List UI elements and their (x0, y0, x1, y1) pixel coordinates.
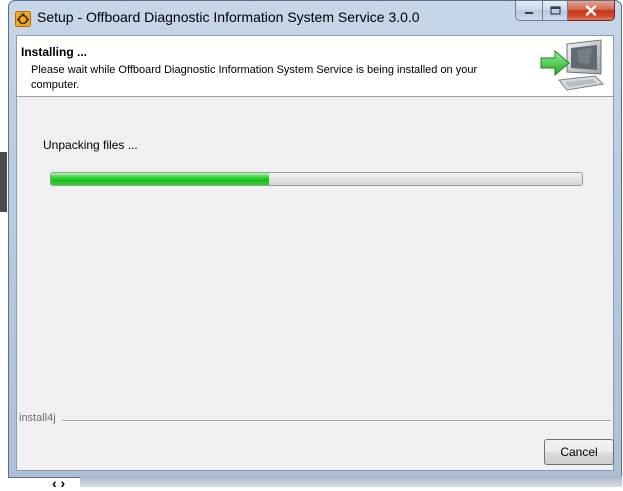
minimize-icon (525, 11, 533, 14)
minimize-button[interactable] (515, 1, 542, 21)
install-to-computer-icon (540, 39, 605, 91)
separator-line (19, 420, 611, 422)
page-description: Please wait while Offboard Diagnostic In… (31, 64, 478, 91)
corner-artifact: ‹ › (52, 475, 66, 491)
installer-content: Installing ... Please wait while Offboar… (16, 35, 614, 471)
progress-fill (51, 173, 269, 185)
title-bar[interactable]: Setup - Offboard Diagnostic Information … (9, 1, 621, 35)
app-engine-icon (15, 11, 31, 27)
maximize-button[interactable] (542, 1, 568, 21)
maximize-icon (549, 6, 561, 15)
installer-brand: install4j (19, 412, 62, 424)
window-title: Setup - Offboard Diagnostic Information … (37, 9, 420, 25)
branding-separator: install4j (17, 412, 613, 428)
window-edge-strip (80, 476, 622, 487)
wizard-header: Installing ... Please wait while Offboar… (17, 36, 613, 97)
background-strip (0, 152, 7, 212)
setup-window: Setup - Offboard Diagnostic Information … (8, 0, 622, 478)
cancel-button[interactable]: Cancel (544, 439, 614, 465)
status-text: Unpacking files ... (43, 138, 138, 152)
caption-buttons (515, 1, 615, 21)
background-edge (0, 0, 8, 487)
page-title: Installing ... (21, 45, 88, 59)
close-button[interactable] (568, 1, 615, 21)
install-progress-bar (50, 172, 583, 186)
close-icon (585, 5, 597, 16)
